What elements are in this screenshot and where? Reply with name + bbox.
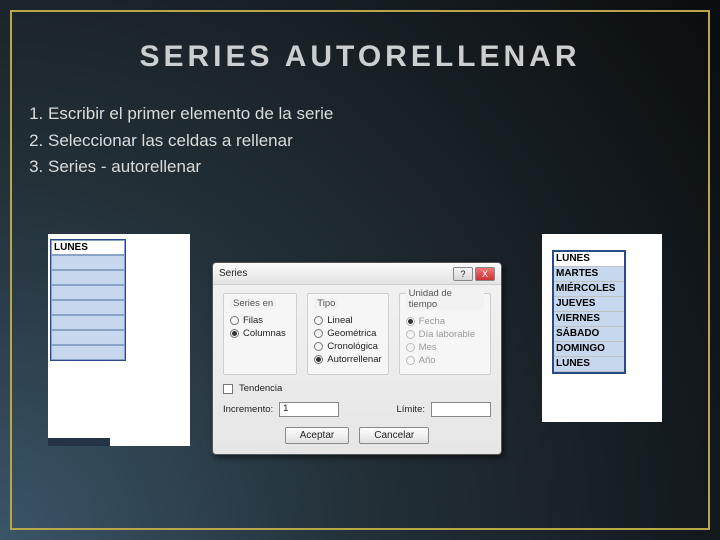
cell[interactable]: MIÉRCOLES [554, 282, 624, 297]
limite-input[interactable] [431, 402, 491, 417]
group-label: Unidad de tiempo [406, 288, 484, 310]
cell[interactable]: JUEVES [554, 297, 624, 312]
series-dialog: Series ? X Series en Filas Columnas Tipo… [212, 262, 502, 455]
sheet-footer [48, 438, 110, 446]
cell[interactable] [51, 255, 125, 270]
incremento-input[interactable]: 1 [279, 402, 339, 417]
option-mes: Mes [406, 342, 484, 353]
cell[interactable]: LUNES [51, 240, 125, 255]
cancel-button[interactable]: Cancelar [359, 427, 429, 444]
increment-row: Incremento: 1 Límite: [223, 402, 491, 417]
option-geometrica[interactable]: Geométrica [314, 328, 381, 339]
radio-icon [230, 329, 239, 338]
limite-label: Límite: [396, 404, 425, 415]
cell[interactable]: MARTES [554, 267, 624, 282]
radio-icon [406, 330, 415, 339]
option-ano: Año [406, 355, 484, 366]
option-cronologica[interactable]: Cronológica [314, 341, 381, 352]
option-filas[interactable]: Filas [230, 315, 290, 326]
cell[interactable] [51, 345, 125, 360]
instruction-item: Series - autorellenar [48, 155, 708, 180]
option-fecha: Fecha [406, 316, 484, 327]
slide-title: SERIES AUTORELLENAR [12, 40, 708, 74]
cell[interactable] [51, 315, 125, 330]
instruction-item: Escribir el primer elemento de la serie [48, 102, 708, 127]
help-button[interactable]: ? [453, 267, 473, 281]
instruction-item: Seleccionar las celdas a rellenar [48, 129, 708, 154]
option-lineal[interactable]: Lineal [314, 315, 381, 326]
tendencia-checkbox[interactable] [223, 384, 233, 394]
option-columnas[interactable]: Columnas [230, 328, 290, 339]
cell[interactable]: DOMINGO [554, 342, 624, 357]
radio-icon [230, 316, 239, 325]
dialog-body: Series en Filas Columnas Tipo Lineal Geo… [213, 285, 501, 454]
radio-icon [314, 316, 323, 325]
cell[interactable]: SÁBADO [554, 327, 624, 342]
cell[interactable] [51, 285, 125, 300]
figure-row: LUNES Series ? X Series en [48, 234, 672, 455]
cell[interactable] [51, 270, 125, 285]
slide-frame: SERIES AUTORELLENAR Escribir el primer e… [10, 10, 710, 530]
option-autorrellenar[interactable]: Autorrellenar [314, 354, 381, 365]
cell[interactable] [51, 330, 125, 345]
tendencia-label: Tendencia [239, 383, 282, 394]
cell[interactable] [51, 300, 125, 315]
close-button[interactable]: X [475, 267, 495, 281]
radio-icon [314, 329, 323, 338]
option-dia-laborable: Día laborable [406, 329, 484, 340]
radio-icon [406, 317, 415, 326]
close-icon: X [482, 269, 488, 279]
tendencia-row: Tendencia [223, 383, 491, 394]
cell[interactable]: LUNES [554, 252, 624, 267]
dialog-titlebar[interactable]: Series ? X [213, 263, 501, 285]
cell[interactable]: LUNES [554, 357, 624, 372]
spreadsheet-before: LUNES [48, 234, 190, 446]
group-tipo: Tipo Lineal Geométrica Cronológica Autor… [307, 293, 388, 375]
group-unidad: Unidad de tiempo Fecha Día laborable Mes… [399, 293, 491, 375]
accept-button[interactable]: Aceptar [285, 427, 349, 444]
radio-icon [406, 343, 415, 352]
incremento-label: Incremento: [223, 404, 273, 415]
dialog-title: Series [219, 268, 451, 279]
group-label: Series en [230, 298, 276, 309]
group-series-en: Series en Filas Columnas [223, 293, 297, 375]
radio-icon [314, 342, 323, 351]
instructions-list: Escribir el primer elemento de la serie … [48, 102, 708, 180]
radio-icon [406, 356, 415, 365]
help-icon: ? [460, 269, 465, 279]
group-label: Tipo [314, 298, 338, 309]
spreadsheet-after: LUNES MARTES MIÉRCOLES JUEVES VIERNES SÁ… [542, 234, 662, 422]
radio-icon [314, 355, 323, 364]
cell[interactable]: VIERNES [554, 312, 624, 327]
